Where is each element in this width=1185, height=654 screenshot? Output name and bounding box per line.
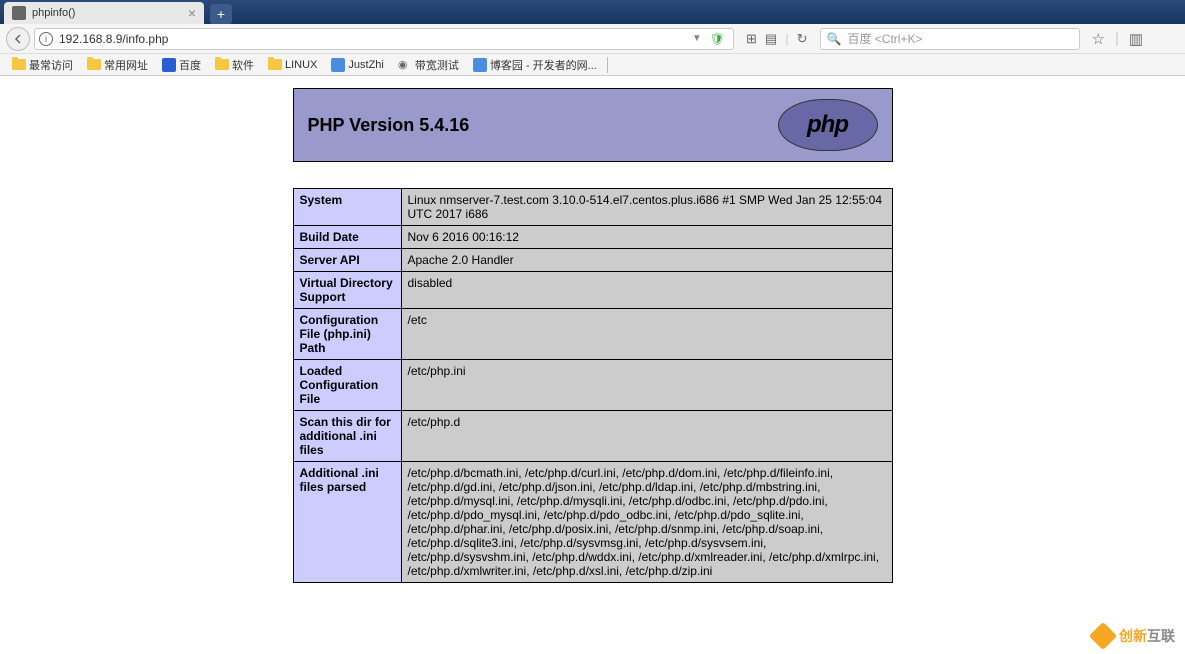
bookmark-label: JustZhi xyxy=(348,59,383,71)
url-text: 192.168.8.9/info.php xyxy=(59,32,688,46)
php-version-title: PHP Version 5.4.16 xyxy=(308,115,470,136)
tab-title: phpinfo() xyxy=(32,7,75,19)
baidu-icon xyxy=(162,58,176,72)
separator: | xyxy=(1115,30,1119,48)
nav-bar: i 192.168.8.9/info.php ▼ 🛡 ⊞ ▤ | ↻ 🔍 百度 … xyxy=(0,24,1185,54)
bookmarks-bar: 最常访问 常用网址 百度 软件 LINUX JustZhi ◉ 带宽测试 博客园… xyxy=(0,54,1185,76)
back-arrow-icon xyxy=(12,33,24,45)
bookmark-baidu[interactable]: 百度 xyxy=(156,55,207,75)
config-value: /etc xyxy=(401,309,892,360)
bookmark-linux[interactable]: LINUX xyxy=(262,57,323,73)
toolbar-icons: ⊞ ▤ | ↻ xyxy=(738,31,816,47)
folder-icon xyxy=(268,59,282,70)
watermark-text: 创新 xyxy=(1119,628,1147,644)
bookmark-label: 常用网址 xyxy=(104,57,148,73)
bookmark-common[interactable]: 常用网址 xyxy=(81,55,154,75)
config-value: Linux nmserver-7.test.com 3.10.0-514.el7… xyxy=(401,189,892,226)
site-icon xyxy=(473,58,487,72)
back-button[interactable] xyxy=(6,27,30,51)
bookmark-label: 博客园 - 开发者的网... xyxy=(490,57,597,73)
grid-icon[interactable]: ⊞ xyxy=(746,31,757,47)
table-row: Server APIApache 2.0 Handler xyxy=(293,249,892,272)
bookmark-label: 带宽测试 xyxy=(415,57,459,73)
site-icon xyxy=(331,58,345,72)
config-key: Additional .ini files parsed xyxy=(293,462,401,583)
php-header: PHP Version 5.4.16 php xyxy=(293,88,893,162)
php-logo-text: php xyxy=(807,111,848,139)
shield-icon[interactable]: 🛡 xyxy=(706,32,729,46)
bookmark-label: 软件 xyxy=(232,57,254,73)
bookmark-label: 百度 xyxy=(179,57,201,73)
config-value: disabled xyxy=(401,272,892,309)
new-tab-button[interactable]: + xyxy=(210,4,232,24)
bookmark-bandwidth[interactable]: ◉ 带宽测试 xyxy=(392,55,465,75)
url-dropdown-icon[interactable]: ▼ xyxy=(688,33,706,44)
config-value: Nov 6 2016 00:16:12 xyxy=(401,226,892,249)
folder-icon xyxy=(87,59,101,70)
watermark-text: 互联 xyxy=(1147,628,1175,644)
config-value: /etc/php.d/bcmath.ini, /etc/php.d/curl.i… xyxy=(401,462,892,583)
bookmark-star-icon[interactable]: ☆ xyxy=(1092,30,1105,48)
php-logo: php xyxy=(778,99,878,151)
search-box[interactable]: 🔍 百度 <Ctrl+K> xyxy=(820,28,1080,50)
config-key: Build Date xyxy=(293,226,401,249)
phpinfo-table: SystemLinux nmserver-7.test.com 3.10.0-5… xyxy=(293,188,893,583)
table-row: Scan this dir for additional .ini files/… xyxy=(293,411,892,462)
bookmark-most-visited[interactable]: 最常访问 xyxy=(6,55,79,75)
config-key: Configuration File (php.ini) Path xyxy=(293,309,401,360)
library-icon[interactable]: ▥ xyxy=(1129,30,1143,48)
page-icon xyxy=(12,6,26,20)
reader-icon[interactable]: ▤ xyxy=(765,31,777,47)
watermark-icon xyxy=(1089,622,1117,650)
separator xyxy=(607,57,608,73)
search-icon: 🔍 xyxy=(827,32,842,46)
config-value: Apache 2.0 Handler xyxy=(401,249,892,272)
wifi-icon: ◉ xyxy=(398,58,412,72)
table-row: Additional .ini files parsed/etc/php.d/b… xyxy=(293,462,892,583)
bookmark-label: 最常访问 xyxy=(29,57,73,73)
bookmark-software[interactable]: 软件 xyxy=(209,55,260,75)
url-bar[interactable]: i 192.168.8.9/info.php ▼ 🛡 xyxy=(34,28,734,50)
config-key: Loaded Configuration File xyxy=(293,360,401,411)
table-row: Build DateNov 6 2016 00:16:12 xyxy=(293,226,892,249)
right-icons: ☆ | ▥ xyxy=(1084,30,1152,48)
page-content: PHP Version 5.4.16 php SystemLinux nmser… xyxy=(0,76,1185,583)
separator: | xyxy=(785,31,788,47)
folder-icon xyxy=(215,59,229,70)
tab-bar: phpinfo() × + xyxy=(0,0,1185,24)
config-key: System xyxy=(293,189,401,226)
config-value: /etc/php.d xyxy=(401,411,892,462)
table-row: Configuration File (php.ini) Path/etc xyxy=(293,309,892,360)
watermark: 创新互联 xyxy=(1093,626,1175,646)
config-key: Virtual Directory Support xyxy=(293,272,401,309)
bookmark-label: LINUX xyxy=(285,59,317,71)
config-key: Scan this dir for additional .ini files xyxy=(293,411,401,462)
browser-tab[interactable]: phpinfo() × xyxy=(4,2,204,24)
config-value: /etc/php.ini xyxy=(401,360,892,411)
phpinfo-container: PHP Version 5.4.16 php SystemLinux nmser… xyxy=(293,88,893,583)
folder-icon xyxy=(12,59,26,70)
info-icon[interactable]: i xyxy=(39,32,53,46)
table-row: Loaded Configuration File/etc/php.ini xyxy=(293,360,892,411)
table-row: SystemLinux nmserver-7.test.com 3.10.0-5… xyxy=(293,189,892,226)
table-row: Virtual Directory Supportdisabled xyxy=(293,272,892,309)
bookmark-cnblogs[interactable]: 博客园 - 开发者的网... xyxy=(467,55,603,75)
reload-icon[interactable]: ↻ xyxy=(797,31,808,47)
search-placeholder: 百度 <Ctrl+K> xyxy=(847,30,922,47)
config-key: Server API xyxy=(293,249,401,272)
close-tab-icon[interactable]: × xyxy=(188,5,196,21)
bookmark-justzhi[interactable]: JustZhi xyxy=(325,56,389,74)
